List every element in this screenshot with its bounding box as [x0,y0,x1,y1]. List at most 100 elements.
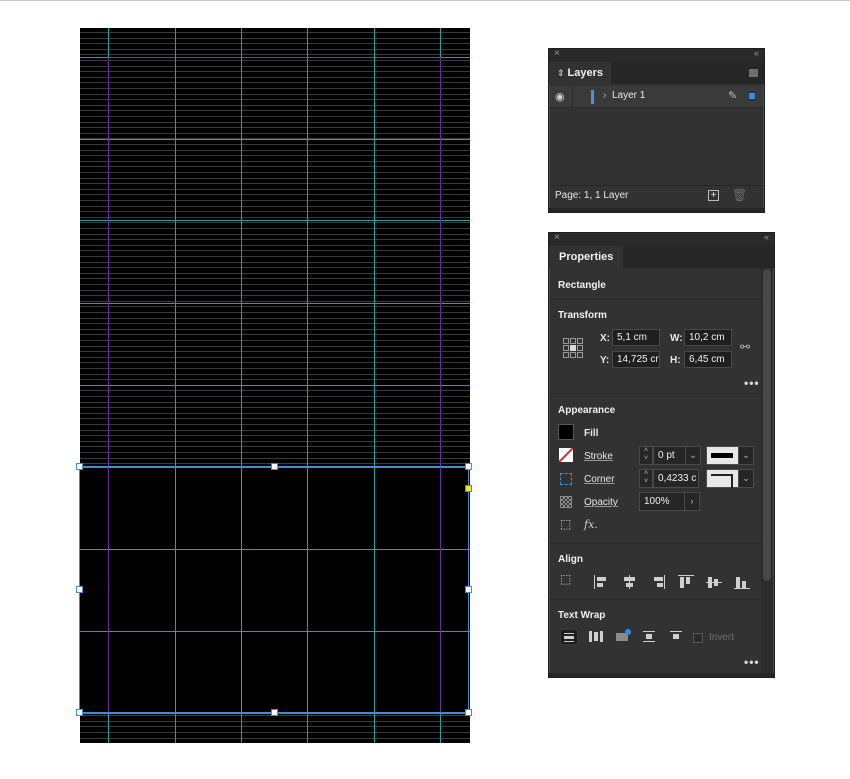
pencil-icon: ✎ [728,90,738,102]
opacity-expand-button[interactable]: › [684,492,700,511]
baseline-grid-line [80,150,470,151]
height-input[interactable]: 6,45 cm [684,351,732,368]
resize-handle-bottom-left[interactable] [76,709,83,716]
align-to-selection-icon[interactable]: ⬚ [560,572,571,586]
invert-label: Invert [709,632,735,643]
resize-handle-top-left[interactable] [76,463,83,470]
tab-layers[interactable]: ⇕ Layers [549,62,612,84]
align-left-icon[interactable] [594,575,610,589]
baseline-grid-line [80,194,470,195]
tab-label: Layers [567,67,604,79]
jump-to-next-column-icon[interactable] [668,629,686,645]
active-indicator-dot [625,629,631,635]
baseline-grid-line [80,183,470,184]
baseline-grid-line [80,430,470,431]
baseline-grid-line [80,222,470,223]
new-layer-icon[interactable]: + [708,190,719,201]
opacity-label[interactable]: Opacity [584,497,618,508]
opacity-input[interactable]: 100% [639,492,685,511]
y-label: Y: [600,355,610,366]
baseline-grid-line [80,99,470,100]
trash-icon[interactable]: 🗑 [732,188,747,202]
corner-label[interactable]: Corner [584,474,615,485]
baseline-grid-line [80,732,470,733]
eye-icon[interactable]: ◉ [555,90,565,103]
baseline-grid-line [80,273,470,274]
wrap-object-shape-icon[interactable] [614,629,632,645]
stroke-label[interactable]: Stroke [584,451,613,462]
panel-menu-icon[interactable] [749,69,758,77]
panel-resize-grip[interactable] [549,208,764,212]
column-guide-stub [440,57,470,58]
tab-properties[interactable]: Properties [549,246,624,268]
close-icon[interactable]: × [554,232,560,243]
chevron-right-icon[interactable]: › [603,90,606,101]
panel-resize-grip[interactable] [549,673,774,677]
baseline-grid-line [80,77,470,78]
resize-handle-bottom-right[interactable] [465,709,472,716]
layer-row[interactable]: ◉ › Layer 1 ✎ [550,86,763,108]
stroke-type-dropdown[interactable]: ⌄ [738,446,754,465]
stroke-swatch[interactable] [559,448,573,462]
baseline-grid-line [80,122,470,123]
resize-handle-top-center[interactable] [271,463,278,470]
baseline-grid-line [80,54,470,55]
baseline-grid-line [80,323,470,324]
corner-shape-dropdown[interactable]: ⌄ [738,469,754,488]
corner-size-stepper[interactable]: ˄ ˅ [639,469,653,488]
align-vertical-center-icon[interactable] [706,575,722,589]
effects-icon[interactable]: fx. [584,518,598,531]
transform-title: Transform [558,310,607,321]
baseline-grid-line [80,318,470,319]
object-type: Rectangle [558,280,606,291]
baseline-grid-line [80,166,470,167]
align-right-icon[interactable] [650,575,666,589]
stroke-weight-dropdown[interactable]: ⌄ [685,446,701,465]
baseline-grid-line [80,211,470,212]
collapse-icon[interactable]: ‹‹ [754,48,759,58]
align-top-icon[interactable] [678,575,694,589]
layer-name[interactable]: Layer 1 [612,90,645,101]
layers-panel: × ‹‹ ⇕ Layers ◉ › Layer 1 ✎ Page: 1, 1 La… [548,48,765,213]
align-bottom-icon[interactable] [734,575,750,589]
more-options-icon[interactable]: ••• [744,376,760,390]
stroke-weight-input[interactable]: 0 pt [653,446,686,465]
baseline-grid-line [80,396,470,397]
reference-point-icon[interactable] [563,338,583,358]
align-horizontal-center-icon[interactable] [622,575,638,589]
layer-color-indicator [591,90,594,104]
width-input[interactable]: 10,2 cm [684,329,732,346]
live-corner-handle[interactable] [465,485,472,492]
selection-indicator[interactable] [748,92,756,100]
baseline-grid-line [80,256,470,257]
y-position-input[interactable]: 14,725 cr [612,351,660,368]
stroke-type-preview[interactable] [706,446,739,465]
corner-shape-preview[interactable] [706,469,739,488]
collapse-icon[interactable]: ‹‹ [764,232,769,242]
jump-object-icon[interactable] [641,629,659,645]
resize-handle-middle-left[interactable] [76,586,83,593]
updown-icon: ⇕ [557,68,565,78]
resize-handle-bottom-center[interactable] [271,709,278,716]
baseline-grid-line [80,312,470,313]
stroke-weight-stepper[interactable]: ˄ ˅ [639,446,653,465]
select-container-icon[interactable]: ⬚ [560,517,571,531]
unlink-proportions-icon[interactable]: ⚯ [740,340,750,354]
scrollbar-thumb[interactable] [763,269,771,581]
corner-size-input[interactable]: 0,4233 c [653,469,699,488]
wrap-bounding-box-icon[interactable] [587,629,605,645]
invert-checkbox[interactable] [693,633,703,643]
baseline-grid-line [80,435,470,436]
rectangle-selection-frame[interactable] [79,466,469,713]
baseline-grid-line [80,88,470,89]
baseline-grid-line [80,94,470,95]
baseline-grid-line [80,66,470,67]
x-position-input[interactable]: 5,1 cm [612,329,660,346]
baseline-grid-line [80,368,470,369]
resize-handle-middle-right[interactable] [465,586,472,593]
resize-handle-top-right[interactable] [465,463,472,470]
no-text-wrap-icon[interactable] [560,629,578,645]
fill-swatch[interactable] [558,424,574,440]
close-icon[interactable]: × [554,48,560,59]
more-options-icon[interactable]: ••• [744,655,760,669]
